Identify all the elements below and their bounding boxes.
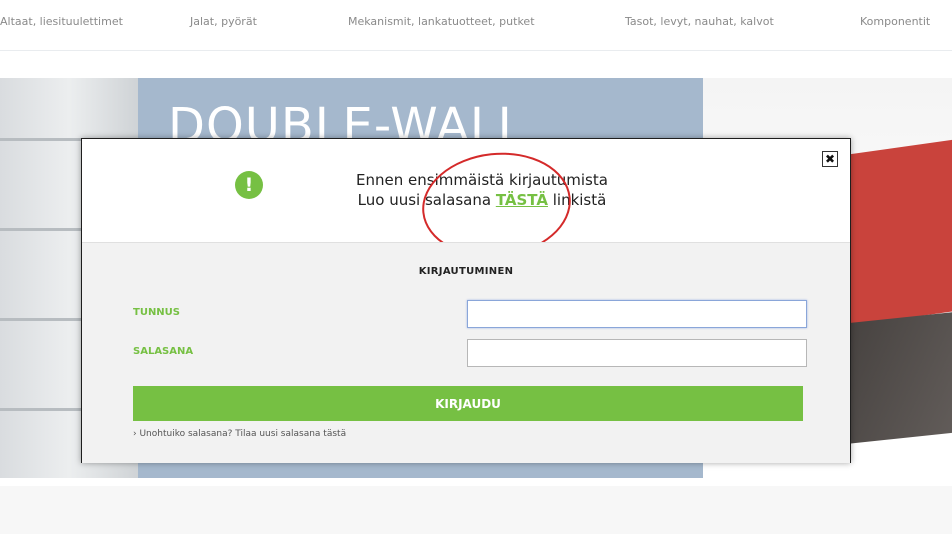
notice-line-1: Ennen ensimmäistä kirjautumista	[356, 171, 608, 189]
login-button[interactable]: KIRJAUDU	[133, 386, 803, 421]
nav-divider	[0, 50, 952, 51]
nav-item-altaat[interactable]: Altaat, liesituulettimet	[0, 15, 123, 28]
password-input[interactable]	[467, 339, 807, 367]
login-form: KIRJAUTUMINEN TUNNUS SALASANA KIRJAUDU ›…	[82, 242, 850, 463]
login-title: KIRJAUTUMINEN	[418, 266, 514, 277]
nav-item-komponentit[interactable]: Komponentit	[860, 15, 930, 28]
nav-item-mekanismit[interactable]: Mekanismit, lankatuotteet, putket	[348, 15, 535, 28]
notice-line-2-prefix: Luo uusi salasana	[357, 191, 496, 209]
notice-line-2: Luo uusi salasana TÄSTÄ linkistä	[262, 190, 702, 210]
close-button[interactable]: ✖	[822, 151, 838, 167]
nav-item-jalat[interactable]: Jalat, pyörät	[190, 15, 257, 28]
username-input[interactable]	[467, 300, 807, 328]
reset-password-link[interactable]: TÄSTÄ	[496, 191, 548, 209]
exclamation-icon: !	[235, 171, 263, 199]
password-label: SALASANA	[133, 346, 194, 357]
first-login-notice: Ennen ensimmäistä kirjautumista Luo uusi…	[262, 170, 702, 210]
notice-line-2-suffix: linkistä	[547, 191, 607, 209]
username-label: TUNNUS	[133, 307, 181, 318]
nav-item-tasot[interactable]: Tasot, levyt, nauhat, kalvot	[625, 15, 774, 28]
login-modal: ✖ ! Ennen ensimmäistä kirjautumista Luo …	[81, 138, 851, 463]
top-navigation: Altaat, liesituulettimet Jalat, pyörät M…	[0, 0, 952, 50]
bottom-band	[0, 486, 952, 534]
forgot-password-link[interactable]: › Unohtuiko salasana? Tilaa uusi salasan…	[133, 429, 346, 439]
